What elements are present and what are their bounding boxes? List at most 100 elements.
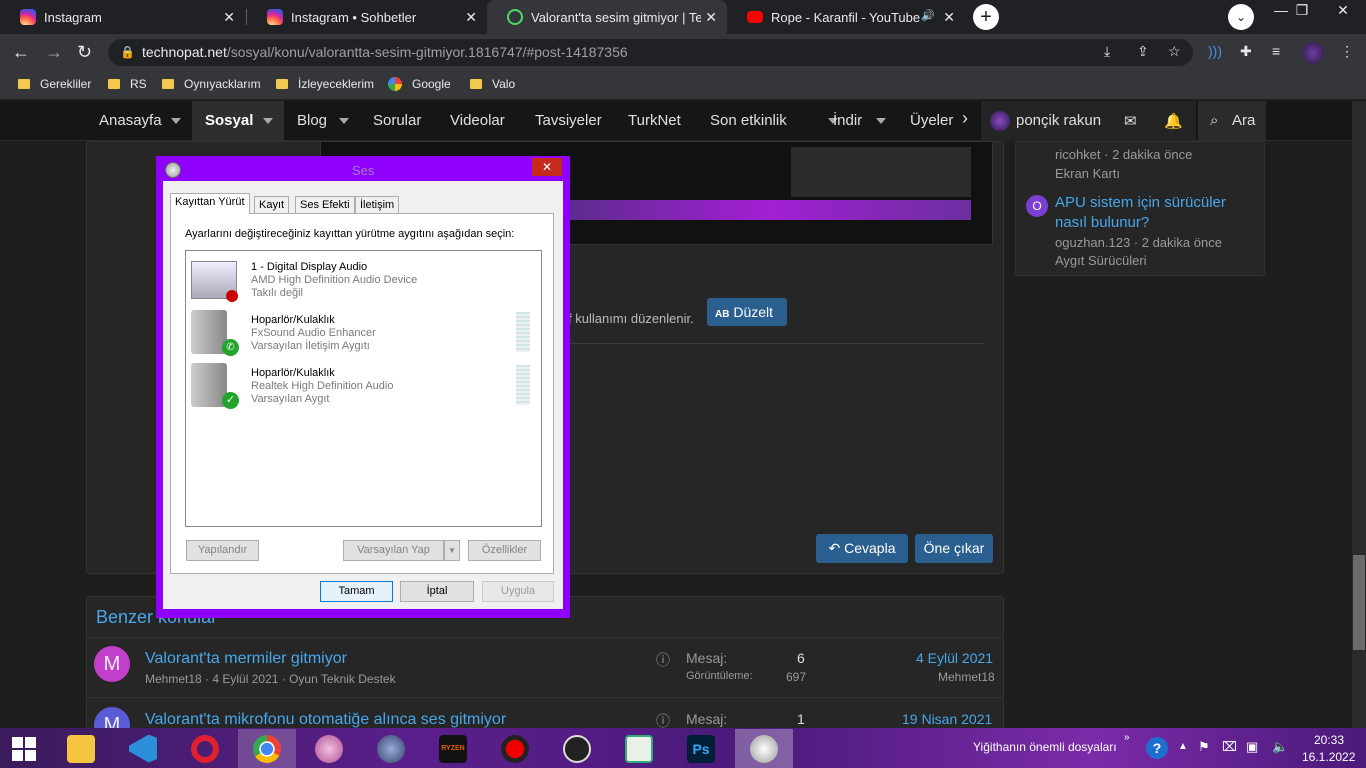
close-icon[interactable]: ✕: [223, 9, 235, 26]
bookmark-valo[interactable]: Valo: [470, 77, 515, 91]
network-icon[interactable]: ⌧: [1222, 739, 1237, 755]
start-button[interactable]: [0, 729, 48, 768]
vscode-app[interactable]: [119, 729, 167, 768]
chevron-down-icon[interactable]: [339, 118, 349, 124]
new-tab-button[interactable]: +: [973, 4, 999, 30]
device-item[interactable]: 1 - Digital Display Audio AMD High Defin…: [251, 261, 417, 300]
close-icon[interactable]: ✕: [465, 9, 477, 26]
thread-title[interactable]: Valorant'ta mermiler gitmiyor: [145, 650, 347, 668]
last-post-date[interactable]: 4 Eylül 2021: [916, 650, 993, 666]
device-item[interactable]: Hoparlör/Kulaklık Realtek High Definitio…: [251, 367, 393, 406]
expand-icon[interactable]: »: [1124, 732, 1130, 743]
share-icon[interactable]: ⇪: [1137, 43, 1149, 60]
forward-icon[interactable]: →: [45, 42, 63, 63]
ok-button[interactable]: Tamam: [320, 581, 393, 602]
install-icon[interactable]: ⤓: [1104, 43, 1110, 60]
bookmark-oyniyacklarim[interactable]: Oynıyacklarım: [162, 77, 261, 91]
apply-button[interactable]: Uygula: [482, 581, 554, 602]
scrollbar-thumb[interactable]: [1353, 555, 1365, 650]
nav-son-etkinlik[interactable]: Son etkinlik: [710, 112, 787, 129]
reply-button[interactable]: ↶ Cevapla: [816, 534, 908, 563]
bookmark-rs[interactable]: RS: [108, 77, 147, 91]
obs-app[interactable]: [553, 729, 601, 768]
window-close-icon[interactable]: ✕: [1320, 0, 1366, 34]
nav-sorular[interactable]: Sorular: [373, 112, 421, 129]
last-post-date[interactable]: 19 Nisan 2021: [902, 711, 992, 727]
tab-playback[interactable]: Kayıttan Yürüt: [170, 193, 250, 214]
nav-turknet[interactable]: TurkNet: [628, 112, 681, 129]
recorder-app[interactable]: [491, 729, 539, 768]
display-icon[interactable]: ▣: [1246, 739, 1258, 755]
nav-tavsiyeler[interactable]: Tavsiyeler: [535, 112, 602, 129]
media-control-icon[interactable]: ≡: [1272, 43, 1280, 59]
notes-app[interactable]: [615, 729, 663, 768]
chevron-up-icon[interactable]: ▲: [1178, 741, 1188, 752]
feature-button[interactable]: Öne çıkar: [915, 534, 993, 563]
tab-instagram-dm[interactable]: Instagram • Sohbetler ✕: [247, 0, 487, 34]
nav-sosyal[interactable]: Sosyal: [205, 112, 253, 129]
address-bar[interactable]: 🔒 technopat.net/sosyal/konu/valorantta-s…: [108, 39, 1193, 66]
search-label[interactable]: Ara: [1232, 112, 1255, 129]
clock-time[interactable]: 20:33: [1314, 733, 1344, 747]
nav-indir[interactable]: İndir: [833, 112, 862, 129]
thread-category[interactable]: Ekran Kartı: [1055, 166, 1120, 181]
thread-title[interactable]: APU sistem için sürücüler nasıl bulunur?: [1055, 193, 1255, 233]
thread-title[interactable]: Valorant'ta mikrofonu otomatiğe alınca s…: [145, 711, 506, 728]
nav-uyeler[interactable]: Üyeler: [910, 112, 955, 129]
bookmark-gerekliler[interactable]: Gerekliler: [18, 77, 91, 91]
notify-text[interactable]: Yiğithanın önemli dosyaları: [973, 740, 1117, 754]
close-icon[interactable]: ✕: [705, 9, 717, 26]
tab-youtube[interactable]: Rope - Karanfil - YouTube 🔊 ✕: [727, 0, 965, 34]
nav-anasayfa[interactable]: Anasayfa: [99, 112, 162, 129]
back-icon[interactable]: ←: [12, 42, 30, 63]
user-name[interactable]: ponçik rakun: [1016, 112, 1101, 129]
extensions-puzzle-icon[interactable]: ✚: [1240, 43, 1252, 60]
avatar[interactable]: M: [94, 646, 130, 682]
tab-instagram[interactable]: Instagram ✕: [0, 0, 245, 34]
configure-button[interactable]: Yapılandır: [186, 540, 259, 561]
thread-category[interactable]: Aygıt Sürücüleri: [1055, 253, 1147, 268]
profile-avatar[interactable]: [1302, 42, 1324, 64]
flag-icon[interactable]: ⚑: [1198, 739, 1210, 755]
nav-videolar[interactable]: Videolar: [450, 112, 505, 129]
dialog-close-button[interactable]: ✕: [532, 158, 562, 176]
extension-icon[interactable]: ))): [1208, 43, 1222, 59]
bookmark-star-icon[interactable]: ☆: [1168, 43, 1181, 60]
tab-communications[interactable]: İletişim: [355, 196, 400, 214]
chrome-app[interactable]: [238, 729, 296, 768]
menu-icon[interactable]: ⋮: [1340, 43, 1354, 60]
tab-search-icon[interactable]: ⌄: [1228, 4, 1254, 30]
snipping-app[interactable]: [305, 729, 353, 768]
explorer-app[interactable]: [57, 729, 105, 768]
reload-icon[interactable]: ↻: [77, 42, 92, 63]
chevron-down-icon[interactable]: [171, 118, 181, 124]
nav-scroll-right-icon[interactable]: ›: [962, 108, 968, 129]
set-default-button[interactable]: Varsayılan Yap: [343, 540, 444, 561]
last-post-user[interactable]: Mehmet18: [938, 670, 995, 684]
close-icon[interactable]: ✕: [943, 9, 955, 26]
tab-recording[interactable]: Kayıt: [254, 196, 290, 214]
help-icon[interactable]: ?: [1146, 737, 1168, 759]
properties-button[interactable]: Özellikler: [468, 540, 541, 561]
sound-app[interactable]: [735, 729, 793, 768]
ryzen-app[interactable]: RYZEN: [429, 729, 477, 768]
tab-sounds[interactable]: Ses Efekti: [295, 196, 355, 214]
clock-date[interactable]: 16.1.2022: [1302, 750, 1355, 764]
nav-blog[interactable]: Blog: [297, 112, 327, 129]
chevron-down-icon[interactable]: [876, 118, 886, 124]
chevron-down-icon[interactable]: ▼: [444, 540, 460, 561]
bell-icon[interactable]: 🔔: [1164, 112, 1183, 130]
network-app[interactable]: [367, 729, 415, 768]
device-item[interactable]: Hoparlör/Kulaklık FxSound Audio Enhancer…: [251, 314, 376, 353]
audio-icon[interactable]: 🔊: [921, 9, 935, 22]
edit-button[interactable]: AB Düzelt: [707, 298, 787, 326]
tab-technopat[interactable]: Valorant'ta sesim gitmiyor | Techn ✕: [487, 0, 727, 34]
search-icon[interactable]: ⌕: [1210, 112, 1218, 129]
bookmark-izleyeceklerim[interactable]: İzleyeceklerim: [276, 77, 374, 91]
bookmark-google[interactable]: Google: [388, 77, 451, 91]
volume-icon[interactable]: 🔈: [1272, 739, 1288, 755]
opera-app[interactable]: [181, 729, 229, 768]
cancel-button[interactable]: İptal: [400, 581, 474, 602]
avatar[interactable]: O: [1026, 195, 1048, 217]
chevron-down-icon[interactable]: [263, 118, 273, 124]
